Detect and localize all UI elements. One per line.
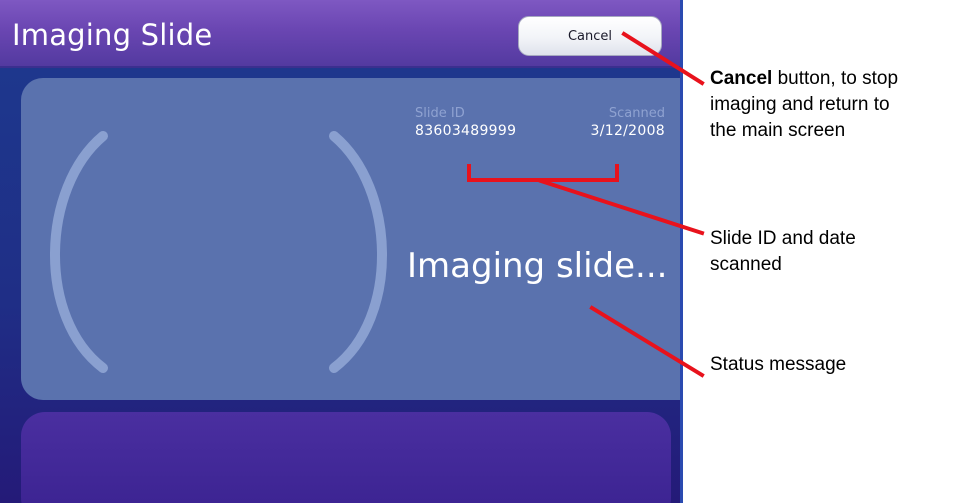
status-annotation: Status message (710, 352, 846, 378)
cancel-annotation-line1: button, to stop (772, 68, 899, 89)
slide-id-annotation-line1: Slide ID and date (710, 228, 856, 249)
slide-id-annotation-line2: scanned (710, 254, 782, 275)
slide-id-bracket (467, 164, 619, 182)
cancel-annotation: Cancel button, to stop imaging and retur… (710, 66, 898, 144)
cancel-callout-line (621, 31, 705, 86)
slide-id-annotation: Slide ID and date scanned (710, 226, 856, 278)
status-annotation-line1: Status message (710, 354, 847, 375)
cancel-annotation-line2: imaging and return to (710, 94, 890, 115)
status-callout-line (589, 305, 705, 378)
cancel-annotation-bold: Cancel (710, 68, 773, 89)
cancel-annotation-line3: the main screen (710, 120, 846, 141)
slide-id-callout-line (538, 178, 705, 236)
